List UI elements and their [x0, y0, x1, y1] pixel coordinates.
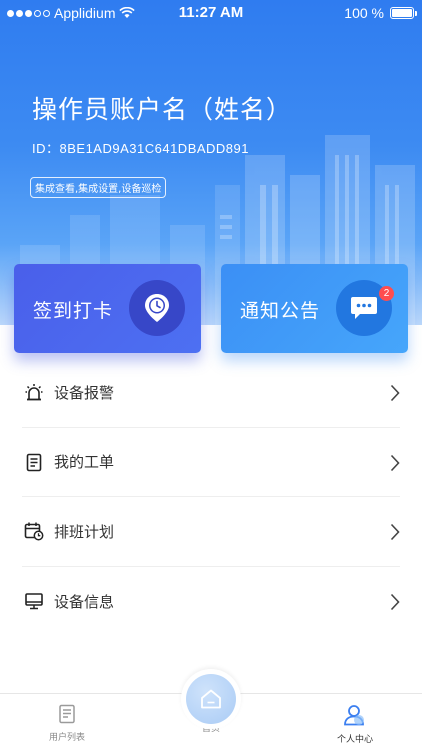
user-icon [344, 705, 364, 726]
status-bar: Applidium 11:27 AM 100 % [0, 0, 422, 26]
location-clock-icon [145, 294, 169, 322]
tab-user-list[interactable]: 用户列表 [22, 704, 112, 743]
document-list-icon [59, 704, 75, 724]
chevron-right-icon [390, 384, 400, 402]
menu-label-schedule: 排班计划 [54, 522, 115, 541]
menu-item-device-info[interactable]: 设备信息 [22, 567, 400, 637]
tab-label-profile: 个人中心 [336, 735, 373, 745]
account-name: 操作员账户名（姓名） [32, 95, 293, 124]
chevron-right-icon [390, 454, 400, 471]
tab-label-user-list: 用户列表 [48, 733, 85, 743]
menu-list: 设备报警 我的工单 排班计划 设备信息 [0, 358, 422, 636]
menu-item-device-alarm[interactable]: 设备报警 [22, 358, 400, 428]
battery-icon [390, 7, 417, 19]
menu-label-my-orders: 我的工单 [54, 453, 115, 472]
checkin-label: 签到打卡 [33, 300, 114, 322]
chevron-right-icon [390, 523, 400, 541]
home-button[interactable] [181, 669, 241, 729]
menu-label-device-info: 设备信息 [54, 592, 115, 611]
monitor-icon [25, 593, 43, 610]
calendar-clock-icon [24, 522, 44, 541]
home-icon [201, 689, 221, 709]
menu-label-device-alarm: 设备报警 [54, 383, 115, 402]
notice-card[interactable]: 通知公告 2 [221, 264, 408, 353]
tab-profile[interactable]: 个人中心 [310, 704, 400, 745]
menu-item-schedule[interactable]: 排班计划 [22, 497, 400, 567]
permission-tag: 集成查看,集成设置,设备巡检 [30, 177, 167, 198]
chevron-right-icon [390, 593, 400, 610]
notice-badge: 2 [379, 286, 394, 301]
alarm-icon [25, 384, 43, 401]
clipboard-icon [26, 453, 42, 472]
battery-percent: 100 % [344, 5, 384, 21]
account-id: ID：8BE1AD9A31C641DBADD891 [32, 141, 249, 156]
checkin-card[interactable]: 签到打卡 [14, 264, 201, 353]
menu-item-my-orders[interactable]: 我的工单 [22, 428, 400, 497]
notice-label: 通知公告 [240, 300, 321, 322]
message-icon [351, 297, 377, 319]
